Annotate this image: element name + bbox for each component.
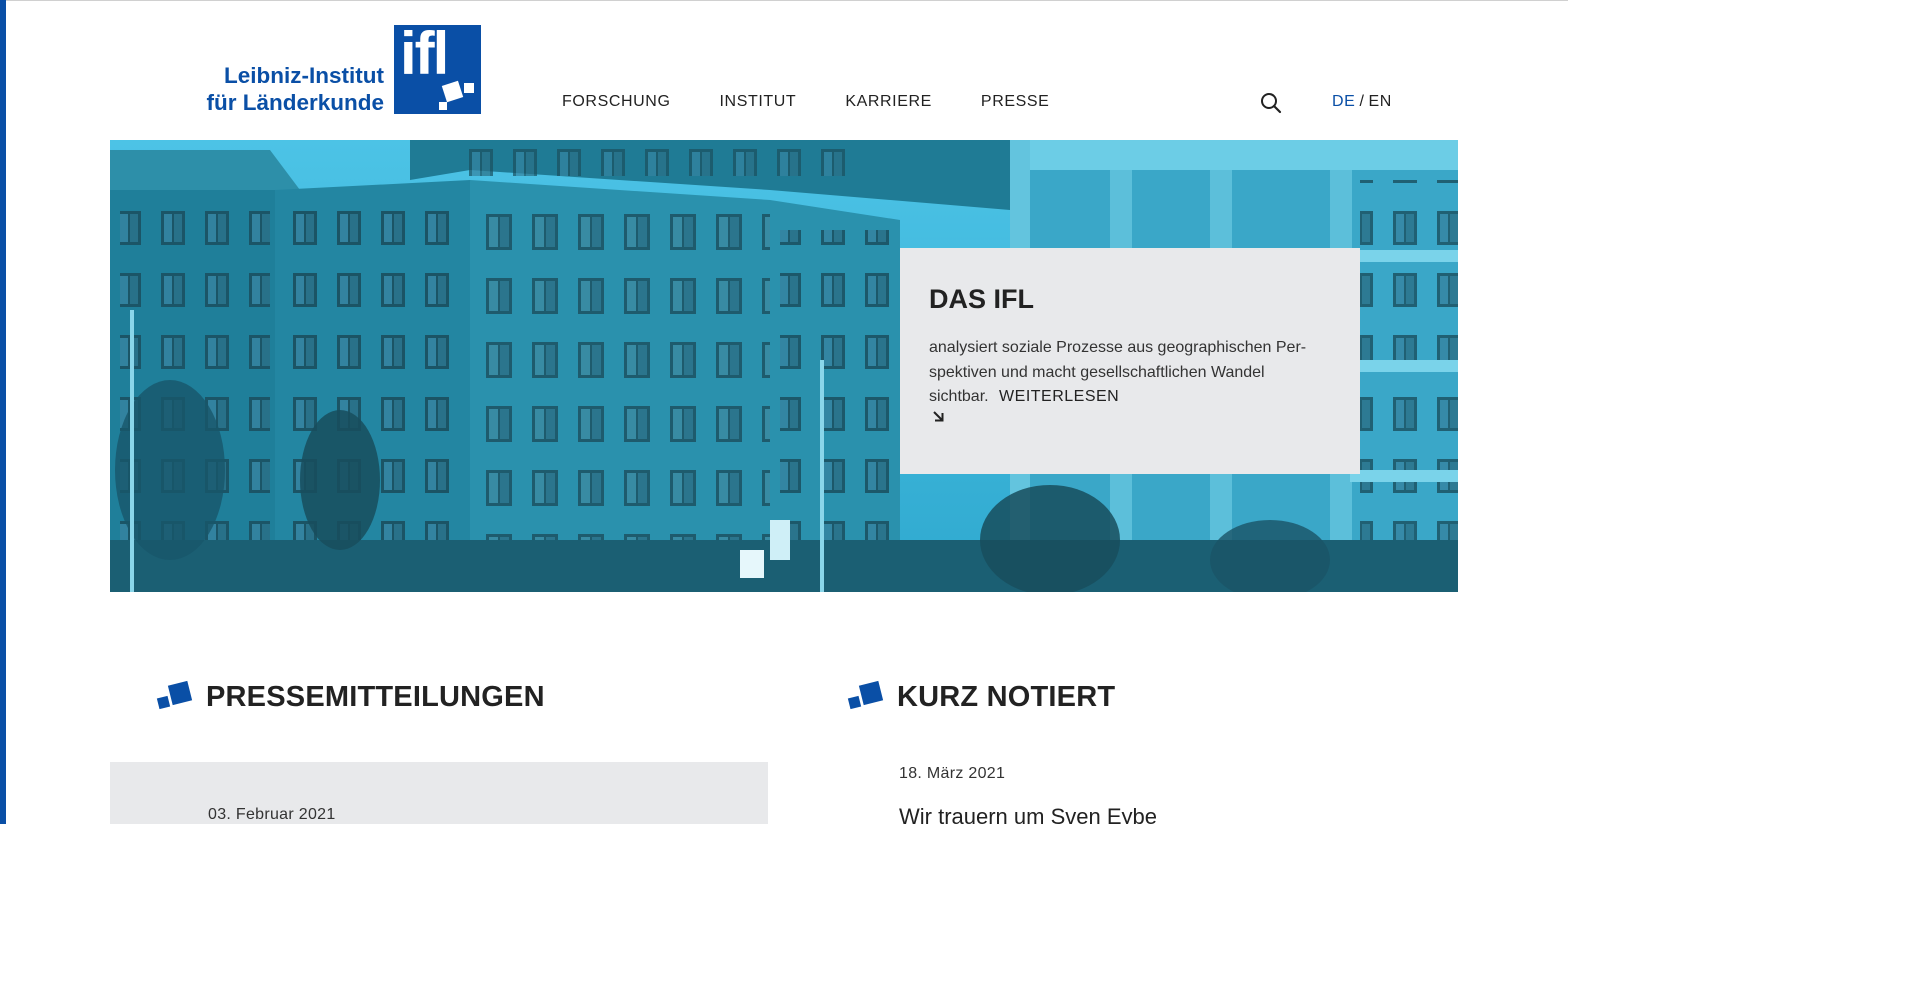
logo-line-2: für Länderkunde (206, 90, 384, 115)
read-more-link[interactable]: WEITERLESEN (929, 388, 1339, 423)
hero-card-text-line-3: sichtbar. (929, 388, 989, 405)
hero-card-title: DAS IFL (929, 284, 1034, 314)
hero-banner: DAS IFL analysiert soziale Prozesse aus … (110, 140, 1458, 592)
press-release-date: 03. Februar 2021 (208, 806, 336, 823)
logo-mark: ifl (394, 20, 481, 114)
lang-separator: / (1359, 93, 1365, 110)
news-section-heading: KURZ NOTIERT (847, 680, 1115, 714)
nav-item-forschung[interactable]: FORSCHUNG (562, 92, 671, 112)
hero-card-text: analysiert soziale Prozesse aus geograph… (929, 336, 1339, 423)
logo-text: Leibniz-Institut für Länderkunde (206, 62, 384, 116)
search-button[interactable] (1260, 92, 1282, 114)
logo-mark-letters: ifl (400, 20, 449, 87)
hero-card-text-line-2: spektiven und macht gesellschaftlichen W… (929, 363, 1265, 381)
section-squares-icon (156, 680, 196, 713)
lang-en[interactable]: EN (1368, 93, 1391, 110)
page: Leibniz-Institut für Länderkunde ifl FOR… (0, 0, 1568, 824)
press-section-title: PRESSEMITTEILUNGEN (206, 681, 545, 713)
press-release-card[interactable]: 03. Februar 2021 (110, 762, 768, 824)
logo-square-dot (439, 102, 447, 110)
press-section-heading: PRESSEMITTEILUNGEN (156, 680, 545, 714)
news-section-title: KURZ NOTIERT (897, 681, 1116, 713)
hero-card-text-line-1: analysiert soziale Prozesse aus geograph… (929, 339, 1307, 356)
top-border (0, 0, 1568, 1)
logo-square-large (441, 80, 464, 103)
site-logo[interactable]: Leibniz-Institut für Länderkunde ifl (170, 20, 482, 116)
nav-item-karriere[interactable]: KARRIERE (845, 92, 932, 112)
logo-square-small (464, 83, 474, 93)
left-accent-bar (0, 0, 6, 824)
news-item-date: 18. März 2021 (899, 765, 1006, 782)
read-more-label: WEITERLESEN (999, 388, 1120, 405)
language-switch: DE / EN (1332, 92, 1392, 112)
search-icon (1261, 93, 1282, 114)
lang-de[interactable]: DE (1332, 93, 1355, 110)
news-item-title[interactable]: Wir trauern um Sven Eybe (899, 803, 1157, 824)
nav-item-presse[interactable]: PRESSE (981, 92, 1050, 112)
hero-card: DAS IFL analysiert soziale Prozesse aus … (900, 248, 1360, 474)
arrow-down-right-icon (933, 410, 944, 421)
section-squares-icon (847, 680, 887, 713)
nav-item-institut[interactable]: INSTITUT (720, 92, 797, 112)
logo-line-1: Leibniz-Institut (224, 63, 384, 88)
main-nav: FORSCHUNG INSTITUT KARRIERE PRESSE (562, 92, 1098, 112)
